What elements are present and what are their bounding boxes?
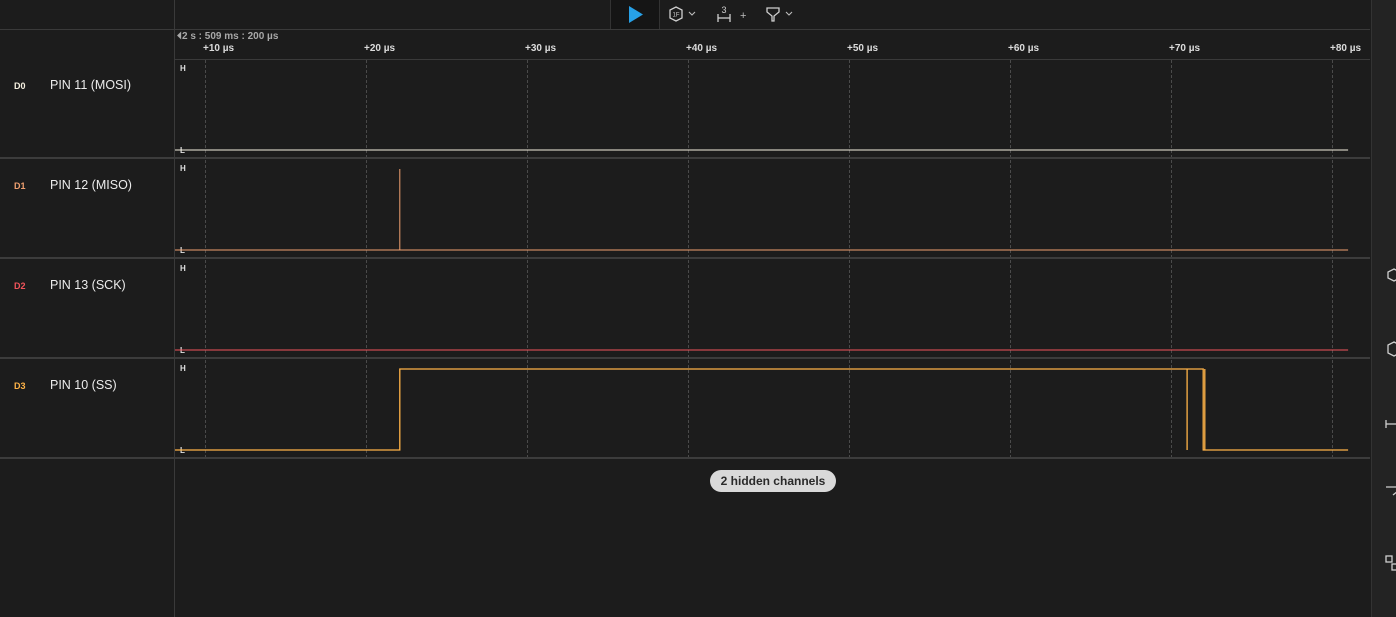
timing-markers-icon[interactable]	[1384, 412, 1396, 430]
measurements-icon[interactable]	[1384, 340, 1396, 358]
waveform-d3	[175, 368, 1349, 451]
waveform-canvas[interactable]	[0, 0, 1396, 617]
extensions-icon[interactable]	[1384, 554, 1396, 572]
waveform-d1	[175, 169, 1349, 251]
hidden-channels-button[interactable]: 2 hidden channels	[710, 470, 836, 492]
right-side-panel	[1371, 0, 1396, 617]
analyzers-icon[interactable]	[1384, 266, 1396, 284]
filter-icon[interactable]	[1384, 484, 1396, 502]
